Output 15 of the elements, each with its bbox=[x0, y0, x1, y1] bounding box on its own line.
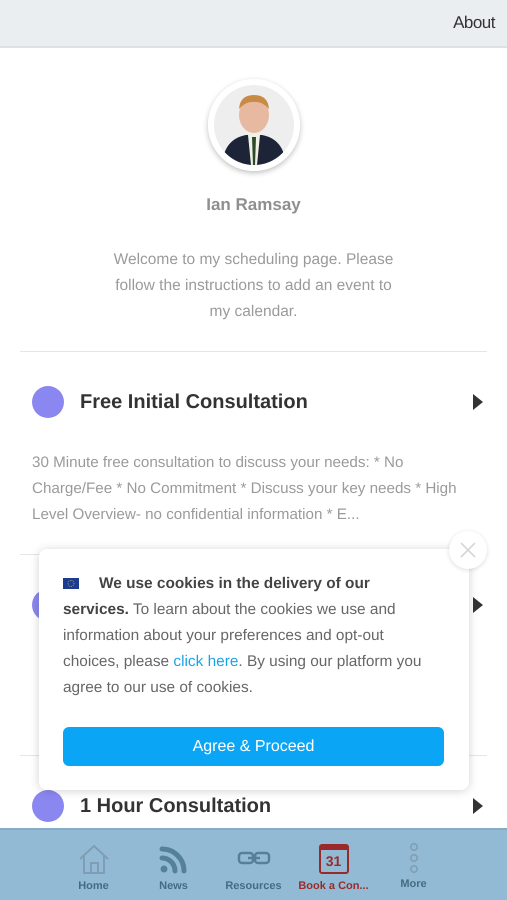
event-description: 30 Minute free consultation to discuss your needs: * No Charge/Fee * No Commitment * Discuss your key needs * High Level Overview- no confidential information * E... bbox=[32, 453, 458, 525]
click-here-link[interactable]: click here bbox=[173, 653, 238, 670]
event-title[interactable]: 1 Hour Consultation bbox=[80, 794, 472, 818]
about-link[interactable]: About bbox=[453, 13, 495, 33]
tab-item[interactable]: News bbox=[134, 830, 214, 900]
tab-item[interactable]: Home bbox=[54, 830, 134, 900]
event-title[interactable]: Free Initial Consultation bbox=[80, 390, 472, 414]
tab-item[interactable]: More bbox=[374, 830, 454, 900]
calendar-icon: 31 bbox=[318, 844, 348, 874]
welcome-text: Welcome to my scheduling page. Please follow the instructions to add an event to my calendar. bbox=[112, 250, 394, 322]
tab-item[interactable]: Resources bbox=[214, 830, 294, 900]
agree-button[interactable]: Agree & Proceed bbox=[63, 727, 444, 766]
tab-item[interactable]: 31 Book a Con... bbox=[294, 830, 374, 900]
person-name: Ian Ramsay bbox=[206, 195, 301, 215]
cookie-message: We use cookies in the delivery of our services. To learn about the cookies we use and information about your preferences and opt-out choices, please click here. By using our platform you agree to our use of cookies. bbox=[63, 574, 422, 698]
